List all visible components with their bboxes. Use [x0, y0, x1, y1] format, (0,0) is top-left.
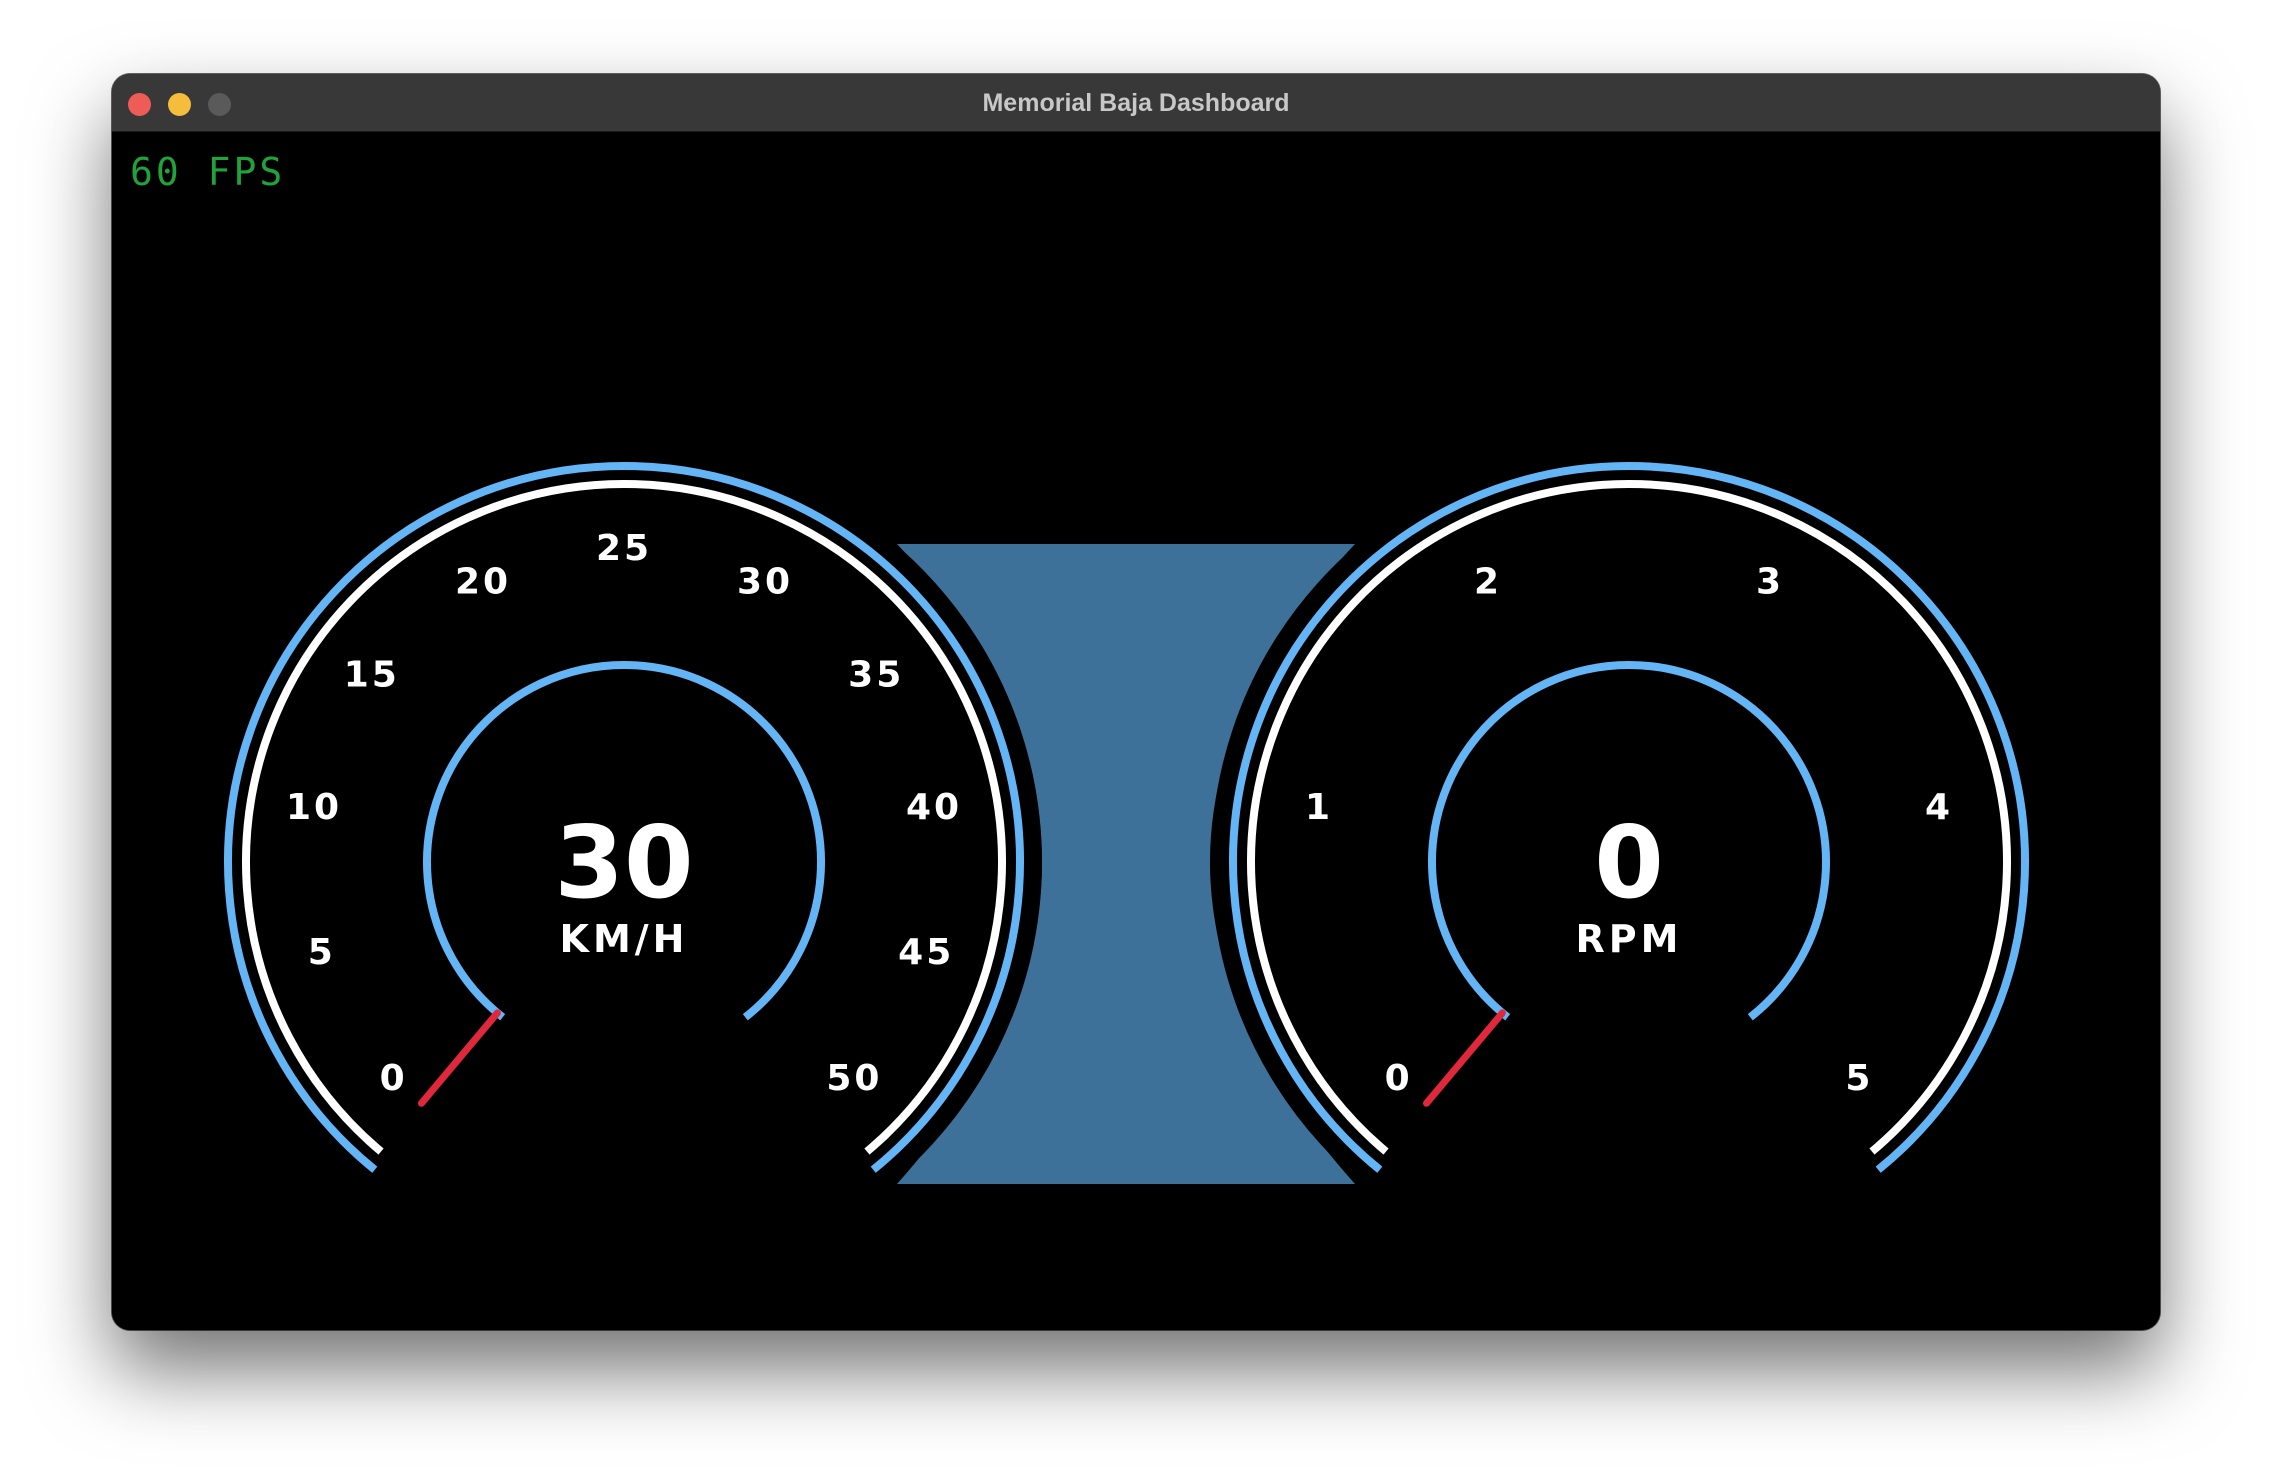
rpm-tick-label: 4 [1925, 787, 1953, 828]
rpm-tick-label: 2 [1474, 561, 1502, 602]
rpm-readout-unit: RPM [1576, 917, 1683, 961]
speed-tick-label: 45 [898, 932, 954, 973]
title-bar[interactable]: Memorial Baja Dashboard [112, 74, 2160, 132]
speed-readout-unit: KM/H [560, 917, 689, 961]
speedometer-gauge: 0510152025303540455030KM/H [206, 444, 1042, 1205]
rpm-needle [1423, 1009, 1506, 1107]
speed-needle [418, 1009, 501, 1107]
speed-tick-label: 30 [737, 561, 793, 602]
speed-readout-value: 30 [554, 804, 693, 921]
speed-tick-label: 15 [344, 654, 400, 695]
speed-tick-label: 25 [596, 528, 652, 569]
fps-counter: 60 FPS [130, 150, 286, 194]
speed-tick-label: 5 [308, 932, 336, 973]
rpm-readout-value: 0 [1594, 804, 1664, 921]
speed-tick-label: 50 [826, 1058, 882, 1099]
speed-tick-label: 0 [380, 1058, 408, 1099]
speed-tick-label: 10 [286, 787, 342, 828]
speed-tick-label: 35 [848, 654, 904, 695]
window-title: Memorial Baja Dashboard [982, 89, 1290, 117]
dashboard-canvas: 0 5 10 15 20 25 30 35 40 45 50 30 KM/H 0 1 2 3 4 5 0 RPM 60… [112, 132, 2160, 1330]
app-window: Memorial Baja Dashboard 0 5 10 15 20 25 30 35 40… [112, 74, 2160, 1330]
speed-tick-label: 40 [906, 787, 962, 828]
rpm-tick-label: 5 [1845, 1058, 1873, 1099]
gauge-cluster: 0510152025303540455030KM/H 012 3450RPM [206, 444, 2047, 1205]
rpm-tick-label: 3 [1756, 561, 1784, 602]
desktop-background: Memorial Baja Dashboard 0 5 10 15 20 25 30 35 40… [0, 0, 2272, 1480]
speed-tick-label: 20 [455, 561, 511, 602]
tachometer-gauge: 012 3450RPM [1211, 444, 2047, 1205]
rpm-tick-label: 1 [1305, 787, 1333, 828]
rpm-tick-label: 0 [1385, 1058, 1413, 1099]
